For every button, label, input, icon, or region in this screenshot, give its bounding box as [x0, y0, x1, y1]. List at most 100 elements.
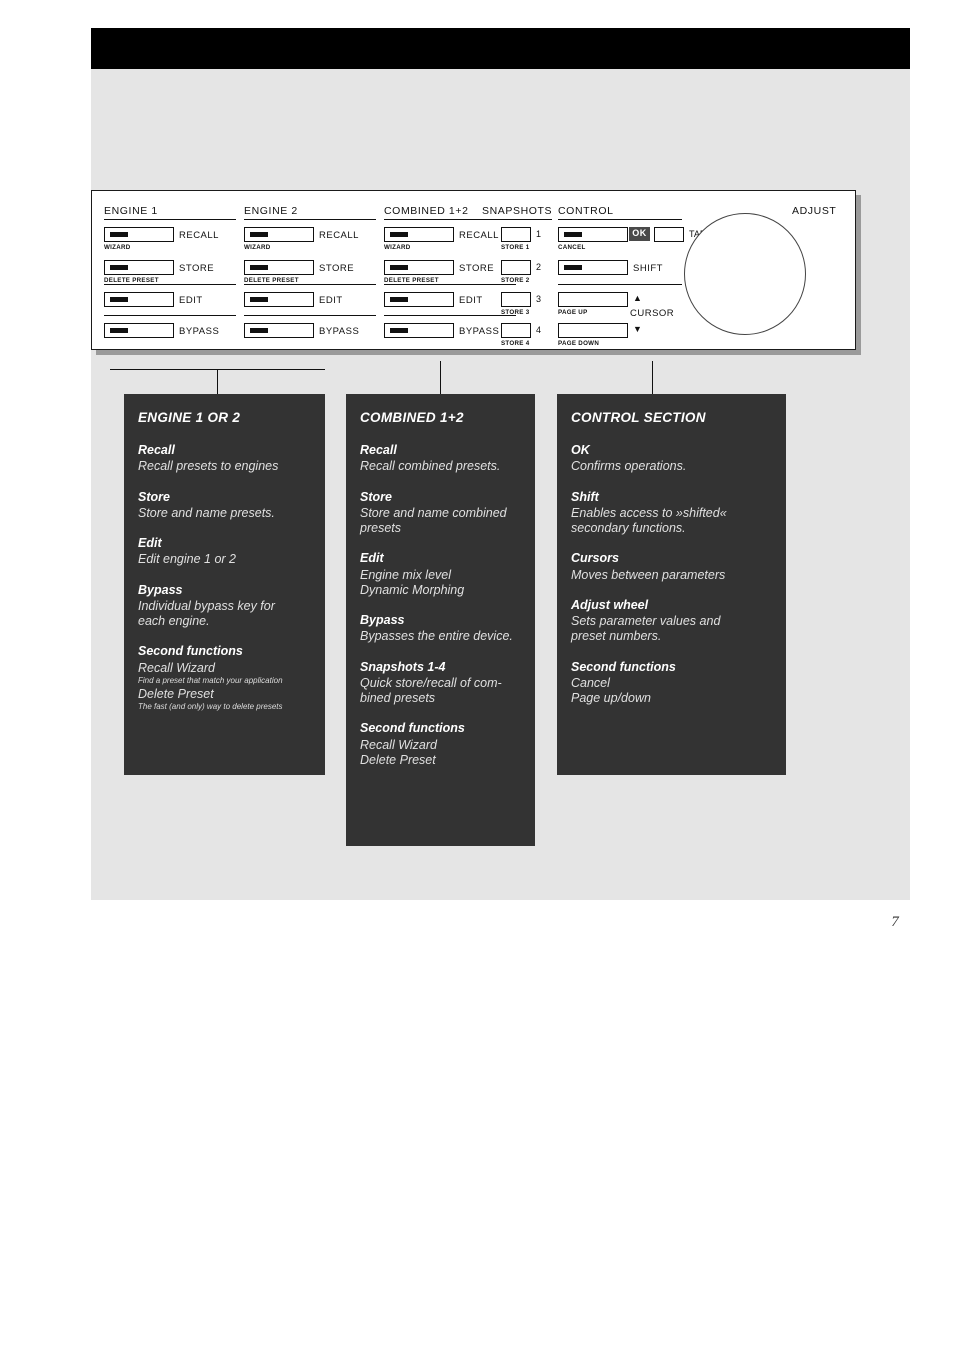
info-group: Recall Recall combined presets. — [360, 443, 521, 475]
section-title-control: CONTROL — [558, 205, 614, 217]
info-group: Second functions Cancel Page up/down — [571, 660, 772, 707]
led-indicator — [110, 297, 128, 302]
key-label-engine2-store: STORE — [319, 263, 355, 274]
info-group-heading: Store — [138, 489, 170, 504]
key-control-page-up[interactable] — [558, 292, 628, 307]
led-indicator — [390, 265, 408, 270]
key-label-combined-store: STORE — [459, 263, 495, 274]
section-title-engine-2: ENGINE 2 — [244, 205, 298, 217]
info-group-line: Enables access to »shifted« — [571, 505, 727, 520]
key-label-snapshot-4: 4 — [536, 325, 542, 335]
key-combined-edit[interactable] — [384, 292, 454, 307]
info-group-line: Moves between parameters — [571, 567, 726, 582]
key-label-engine2-bypass: BYPASS — [319, 326, 360, 337]
section-underline-control — [558, 219, 682, 221]
connector-vertical-control-box — [652, 361, 654, 395]
connector-vertical-engine-box — [217, 369, 219, 395]
info-group-line: Individual bypass key for — [138, 598, 275, 613]
info-group: Store Store and name combined presets — [360, 490, 521, 537]
key-control-tap[interactable] — [654, 227, 684, 242]
key-label-combined-recall: RECALL — [459, 230, 499, 241]
key-engine1-store[interactable] — [104, 260, 174, 275]
key-label-engine2-edit: EDIT — [319, 295, 343, 306]
key-label-engine1-store: STORE — [179, 263, 215, 274]
info-group: Cursors Moves between parameters — [571, 551, 772, 583]
key-snapshot-1[interactable] — [501, 227, 531, 242]
key-engine2-store[interactable] — [244, 260, 314, 275]
key-combined-recall[interactable] — [384, 227, 454, 242]
key-combined-store[interactable] — [384, 260, 454, 275]
key-sublabel-control-cancel: CANCEL — [558, 244, 586, 251]
info-group-line: Sets parameter values and — [571, 614, 721, 628]
label-cursor: CURSOR — [630, 308, 675, 319]
key-label-snapshot-3: 3 — [536, 294, 542, 304]
key-engine2-recall[interactable] — [244, 227, 314, 242]
info-group-line: Delete Preset — [360, 752, 436, 767]
key-control-page-down[interactable] — [558, 323, 628, 338]
key-sublabel-engine1-delete-preset: DELETE PRESET — [104, 277, 159, 284]
page-number: 7 — [891, 914, 899, 930]
key-combined-bypass[interactable] — [384, 323, 454, 338]
triangle-up-icon: ▲ — [633, 293, 642, 303]
key-sublabel-page-up: PAGE UP — [558, 309, 588, 316]
key-engine2-bypass[interactable] — [244, 323, 314, 338]
info-group-line: Recall Wizard — [360, 737, 437, 752]
info-box-engine: ENGINE 1 OR 2 Recall Recall presets to eng… — [124, 394, 325, 775]
info-group: Edit Engine mix level Dynamic Morphing — [360, 551, 521, 598]
info-group-heading: Second functions — [360, 721, 465, 736]
led-indicator — [564, 265, 582, 270]
info-group-line: each engine. — [138, 614, 210, 628]
divider-engine-1-lower — [104, 315, 236, 317]
key-engine1-bypass[interactable] — [104, 323, 174, 338]
info-group: Shift Enables access to »shifted« secondar… — [571, 490, 772, 537]
page-header-bar — [91, 28, 910, 69]
info-group-heading: Shift — [571, 489, 599, 504]
key-snapshot-3[interactable] — [501, 292, 531, 307]
info-group-heading: Snapshots 1-4 — [360, 659, 446, 674]
info-group-heading: Store — [360, 489, 392, 504]
info-group-heading: Edit — [138, 536, 162, 550]
info-group-heading: Second functions — [138, 644, 243, 659]
key-engine1-edit[interactable] — [104, 292, 174, 307]
info-box-combined: COMBINED 1+2 Recall Recall combined preset… — [346, 394, 535, 846]
led-indicator — [250, 328, 268, 333]
info-group: Bypass Individual bypass key for each engi… — [138, 583, 311, 630]
info-group-line: Recall Wizard — [138, 660, 215, 675]
info-group-heading: Recall — [138, 443, 175, 457]
info-group-line: Cancel — [571, 675, 610, 690]
info-group-heading: OK — [571, 443, 590, 457]
divider-combined — [384, 284, 516, 286]
info-group-line: Store and name combined — [360, 505, 507, 520]
key-control-shift[interactable] — [558, 260, 628, 275]
key-label-snapshot-2: 2 — [536, 262, 542, 272]
key-snapshot-4[interactable] — [501, 323, 531, 338]
adjust-wheel[interactable] — [684, 213, 806, 335]
info-group: Second functions Recall Wizard Find a pres… — [138, 644, 311, 713]
info-group-heading: Adjust wheel — [571, 597, 649, 612]
section-title-engine-1: ENGINE 1 — [104, 205, 158, 217]
info-group: OK Confirms operations. — [571, 443, 772, 475]
key-label-engine1-bypass: BYPASS — [179, 326, 220, 337]
info-group-line: presets — [360, 521, 401, 535]
info-group-line: Recall presets to engines — [138, 459, 279, 474]
info-group: Adjust wheel Sets parameter values and pre… — [571, 598, 772, 645]
key-snapshot-2[interactable] — [501, 260, 531, 275]
led-indicator — [250, 297, 268, 302]
key-control-ok[interactable] — [558, 227, 628, 242]
info-box-title: ENGINE 1 OR 2 — [138, 410, 241, 425]
key-engine1-recall[interactable] — [104, 227, 174, 242]
key-sublabel-store-2: STORE 2 — [501, 277, 530, 284]
key-engine2-edit[interactable] — [244, 292, 314, 307]
info-box-title: CONTROL SECTION — [571, 410, 706, 425]
key-sublabel-store-4: STORE 4 — [501, 340, 530, 347]
key-label-combined-bypass: BYPASS — [459, 326, 500, 337]
info-group-caption: The fast (and only) way to delete preset… — [138, 702, 283, 712]
key-label-snapshot-1: 1 — [536, 229, 542, 239]
triangle-down-icon: ▼ — [633, 324, 642, 334]
divider-engine-2 — [244, 284, 376, 286]
info-group-line: Confirms operations. — [571, 459, 687, 474]
led-indicator — [564, 232, 582, 237]
info-group: Edit Edit engine 1 or 2 — [138, 536, 311, 568]
led-indicator — [110, 265, 128, 270]
key-sublabel-combined-delete-preset: DELETE PRESET — [384, 277, 439, 284]
